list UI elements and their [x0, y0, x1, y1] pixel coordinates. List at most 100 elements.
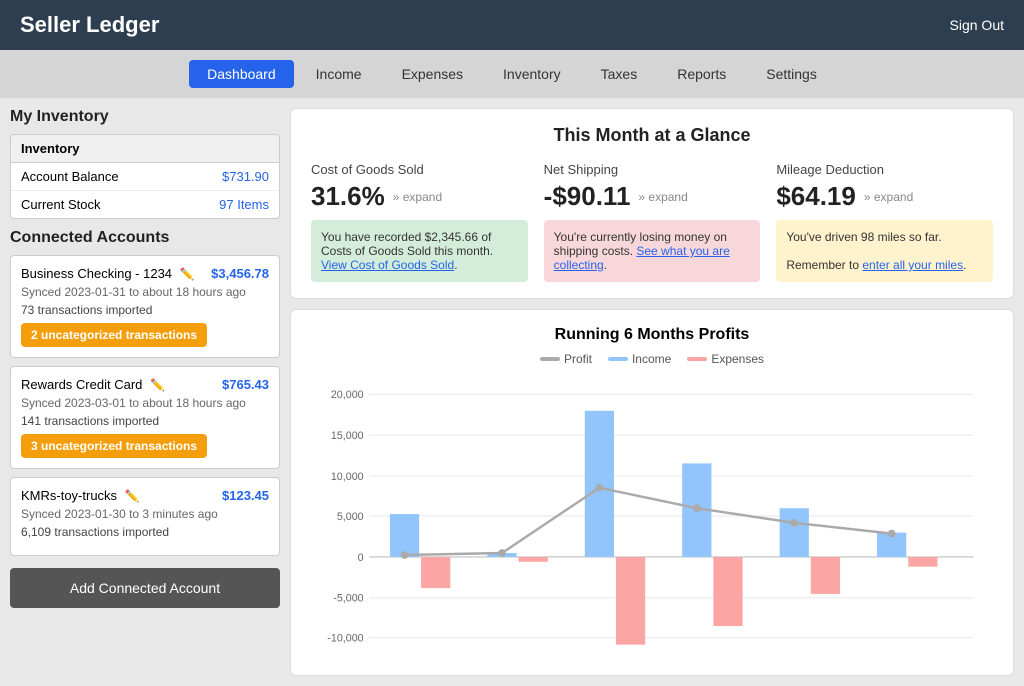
account-1-name: Business Checking - 1234 ✏️ [21, 266, 195, 281]
glance-cogs: Cost of Goods Sold 31.6% » expand You ha… [311, 162, 528, 282]
account-2-sync: Synced 2023-03-01 to about 18 hours ago [21, 396, 269, 410]
mileage-number: $64.19 [776, 181, 856, 212]
svg-text:20,000: 20,000 [331, 389, 364, 401]
sidebar: My Inventory Inventory Account Balance $… [10, 108, 280, 676]
mileage-label: Mileage Deduction [776, 162, 993, 177]
bar-nov-expense [713, 557, 742, 626]
main-panel: This Month at a Glance Cost of Goods Sol… [290, 108, 1014, 676]
shipping-box: You're currently losing money on shippin… [544, 220, 761, 282]
account-1-sync: Synced 2023-01-31 to about 18 hours ago [21, 285, 269, 299]
tab-settings[interactable]: Settings [748, 60, 835, 88]
glance-shipping: Net Shipping -$90.11 » expand You're cur… [544, 162, 761, 282]
bar-oct-expense [616, 557, 645, 645]
tab-reports[interactable]: Reports [659, 60, 744, 88]
cogs-label: Cost of Goods Sold [311, 162, 528, 177]
app-title: Seller Ledger [20, 12, 159, 38]
tab-dashboard[interactable]: Dashboard [189, 60, 294, 88]
account-2-transactions: 141 transactions imported [21, 414, 269, 428]
mileage-expand[interactable]: » expand [864, 190, 913, 204]
stock-value[interactable]: 97 Items [219, 197, 269, 212]
cogs-link[interactable]: View Cost of Goods Sold [321, 258, 454, 272]
bar-jan-expense [908, 557, 937, 567]
svg-text:0: 0 [358, 552, 364, 564]
glance-grid: Cost of Goods Sold 31.6% » expand You ha… [311, 162, 993, 282]
my-inventory-section: My Inventory Inventory Account Balance $… [10, 108, 280, 219]
profit-legend-dot [540, 357, 560, 361]
connected-accounts-section: Connected Accounts Business Checking - 1… [10, 229, 280, 608]
stock-label: Current Stock [21, 197, 100, 212]
account-1-uncategorized-btn[interactable]: 2 uncategorized transactions [21, 323, 207, 347]
account-1-header: Business Checking - 1234 ✏️ $3,456.78 [21, 266, 269, 281]
svg-text:-5,000: -5,000 [333, 593, 363, 605]
tab-expenses[interactable]: Expenses [384, 60, 481, 88]
sign-out-button[interactable]: Sign Out [950, 17, 1004, 33]
glance-mileage: Mileage Deduction $64.19 » expand You've… [776, 162, 993, 282]
account-2-name: Rewards Credit Card ✏️ [21, 377, 165, 392]
profit-legend-label: Profit [564, 352, 592, 366]
inventory-row-balance: Account Balance $731.90 [11, 163, 279, 191]
account-2-amount[interactable]: $765.43 [222, 377, 269, 392]
profit-dot-nov [693, 504, 701, 512]
cogs-box: You have recorded $2,345.66 of Costs of … [311, 220, 528, 282]
shipping-number: -$90.11 [544, 181, 631, 212]
account-2-uncategorized-btn[interactable]: 3 uncategorized transactions [21, 434, 207, 458]
income-legend-label: Income [632, 352, 671, 366]
account-3: KMRs-toy-trucks ✏️ $123.45 Synced 2023-0… [10, 477, 280, 556]
main-content: My Inventory Inventory Account Balance $… [0, 98, 1024, 686]
income-legend-dot [608, 357, 628, 361]
shipping-value: -$90.11 » expand [544, 181, 761, 212]
tab-income[interactable]: Income [298, 60, 380, 88]
mileage-value: $64.19 » expand [776, 181, 993, 212]
account-3-amount[interactable]: $123.45 [222, 488, 269, 503]
account-2: Rewards Credit Card ✏️ $765.43 Synced 20… [10, 366, 280, 469]
account-3-name: KMRs-toy-trucks ✏️ [21, 488, 140, 503]
expenses-legend-dot [687, 357, 707, 361]
svg-text:10,000: 10,000 [331, 471, 364, 483]
mileage-link[interactable]: enter all your miles [862, 258, 963, 272]
cogs-number: 31.6% [311, 181, 385, 212]
account-1: Business Checking - 1234 ✏️ $3,456.78 Sy… [10, 255, 280, 358]
bar-sep-expense [519, 557, 548, 562]
account-3-edit-icon[interactable]: ✏️ [125, 489, 140, 503]
glance-card: This Month at a Glance Cost of Goods Sol… [290, 108, 1014, 299]
inventory-row-stock: Current Stock 97 Items [11, 191, 279, 218]
svg-text:15,000: 15,000 [331, 430, 364, 442]
my-inventory-title: My Inventory [10, 108, 280, 126]
header: Seller Ledger Sign Out [0, 0, 1024, 50]
account-1-amount[interactable]: $3,456.78 [211, 266, 269, 281]
shipping-expand[interactable]: » expand [638, 190, 687, 204]
tab-taxes[interactable]: Taxes [583, 60, 656, 88]
account-1-edit-icon[interactable]: ✏️ [180, 267, 195, 281]
profit-dot-oct [595, 484, 603, 492]
account-2-header: Rewards Credit Card ✏️ $765.43 [21, 377, 269, 392]
connected-accounts-title: Connected Accounts [10, 229, 280, 247]
navigation: Dashboard Income Expenses Inventory Taxe… [0, 50, 1024, 98]
mileage-box: You've driven 98 miles so far.Remember t… [776, 220, 993, 282]
account-2-edit-icon[interactable]: ✏️ [150, 378, 165, 392]
account-1-name-text: Business Checking - 1234 [21, 266, 172, 281]
svg-text:-10,000: -10,000 [327, 633, 363, 645]
bar-dec-expense [811, 557, 840, 594]
chart-title: Running 6 Months Profits [311, 326, 993, 344]
legend-expenses: Expenses [687, 352, 764, 366]
legend-income: Income [608, 352, 671, 366]
balance-value[interactable]: $731.90 [222, 169, 269, 184]
chart-container: 20,000 15,000 10,000 5,000 0 -5,000 -10,… [311, 376, 993, 656]
svg-text:5,000: 5,000 [337, 511, 364, 523]
cogs-expand[interactable]: » expand [393, 190, 442, 204]
chart-legend: Profit Income Expenses [311, 352, 993, 366]
profit-dot-sep [498, 549, 506, 557]
bar-aug-income [390, 514, 419, 557]
legend-profit: Profit [540, 352, 592, 366]
expenses-legend-label: Expenses [711, 352, 764, 366]
account-3-sync: Synced 2023-01-30 to 3 minutes ago [21, 507, 269, 521]
bar-aug-expense [421, 557, 450, 588]
inventory-box-header: Inventory [11, 135, 279, 163]
shipping-label: Net Shipping [544, 162, 761, 177]
profit-dot-aug [401, 551, 409, 559]
cogs-value: 31.6% » expand [311, 181, 528, 212]
account-3-name-text: KMRs-toy-trucks [21, 488, 117, 503]
tab-inventory[interactable]: Inventory [485, 60, 579, 88]
cogs-box-text: You have recorded $2,345.66 of Costs of … [321, 230, 493, 258]
add-account-button[interactable]: Add Connected Account [10, 568, 280, 608]
